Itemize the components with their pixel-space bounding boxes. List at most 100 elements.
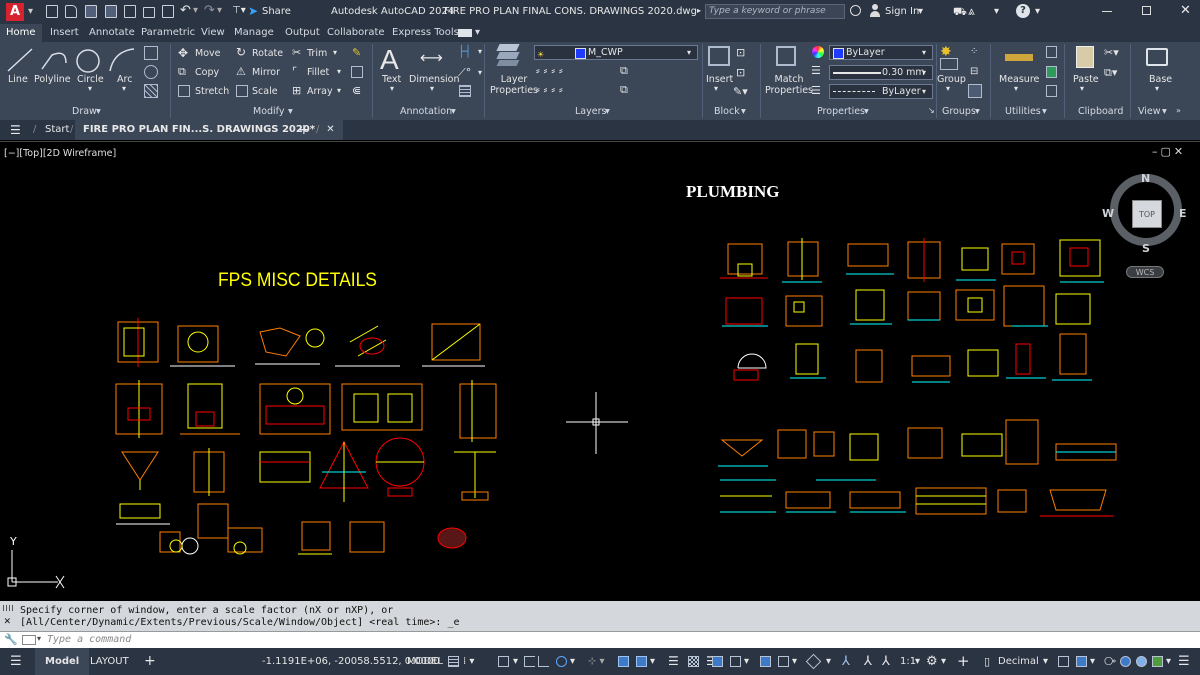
fillet-dropdown-icon[interactable]: ▾ xyxy=(337,67,341,76)
move-button[interactable]: Move xyxy=(195,48,220,59)
infer-constraints-icon[interactable] xyxy=(524,656,535,667)
properties-panel-dropdown-icon[interactable]: ▾ xyxy=(864,106,869,117)
erase-icon[interactable]: ✎ xyxy=(352,46,361,59)
base-dropdown-icon[interactable]: ▾ xyxy=(1155,84,1159,93)
trim-button[interactable]: Trim xyxy=(307,48,327,59)
copy-clip-icon[interactable]: ⧉▾ xyxy=(1104,66,1117,80)
search-icon[interactable] xyxy=(850,5,861,16)
open-from-web-icon[interactable] xyxy=(124,5,136,18)
tab-collaborate[interactable]: Collaborate xyxy=(327,24,385,42)
autodesk-account-icon[interactable]: ⩓ xyxy=(968,4,975,19)
tab-parametric[interactable]: Parametric xyxy=(141,24,195,42)
sign-in-dropdown-icon[interactable]: ▾ xyxy=(918,6,923,17)
account-dropdown-icon[interactable]: ▾ xyxy=(994,6,999,17)
leader-dropdown-icon[interactable]: ▾ xyxy=(478,68,482,77)
view-panel-dropdown-icon[interactable]: ▾ xyxy=(1162,106,1167,117)
viewport-controls-label[interactable]: [−][Top][2D Wireframe] xyxy=(4,148,116,159)
color-dropdown[interactable]: ByLayer ▾ xyxy=(829,45,933,60)
units-icon[interactable]: ▯ xyxy=(984,648,990,675)
utilities-panel-label[interactable]: Utilities xyxy=(1005,106,1041,117)
linetype-dropdown[interactable]: ByLayer ▾ xyxy=(829,84,933,99)
clipboard-panel-label[interactable]: Clipboard xyxy=(1078,106,1123,117)
tab-view[interactable]: View xyxy=(201,24,225,42)
autocad-logo[interactable]: A xyxy=(6,3,24,21)
tab-output[interactable]: Output xyxy=(285,24,320,42)
cut-icon[interactable]: ✂▾ xyxy=(1104,46,1119,59)
linear-dimension-dropdown-icon[interactable]: ▾ xyxy=(478,47,482,56)
dimension-button[interactable]: Dimension xyxy=(409,74,460,85)
clean-screen-icon[interactable] xyxy=(1136,656,1147,667)
circle-dropdown-icon[interactable]: ▾ xyxy=(88,84,92,93)
hardware-acceleration-icon[interactable] xyxy=(1120,656,1131,667)
block-panel-dropdown-icon[interactable]: ▾ xyxy=(741,106,746,117)
dimension-dropdown-icon[interactable]: ▾ xyxy=(430,84,434,93)
properties-panel-label[interactable]: Properties xyxy=(817,106,865,117)
rectangle-icon[interactable] xyxy=(144,46,158,60)
polar-dropdown-icon[interactable]: ▾ xyxy=(570,648,575,675)
object-snap-dropdown-icon[interactable]: ▾ xyxy=(650,648,655,675)
select-all-icon[interactable] xyxy=(1046,66,1057,78)
new-icon[interactable] xyxy=(46,5,58,18)
open-icon[interactable] xyxy=(65,5,77,18)
draw-panel-label[interactable]: Draw xyxy=(72,106,97,117)
groups-panel-dropdown-icon[interactable]: ▾ xyxy=(975,106,980,117)
block-panel-label[interactable]: Block xyxy=(714,106,740,117)
ribbon-overflow-icon[interactable]: » xyxy=(1176,106,1181,115)
drawing-viewport[interactable]: [−][Top][2D Wireframe] –▢✕ FPS MISC DETA… xyxy=(0,141,1200,602)
ribbon-minimize-icon[interactable] xyxy=(458,29,472,37)
edit-block-icon[interactable]: ⊡ xyxy=(736,66,745,79)
isolate-objects-icon[interactable]: ⧂ xyxy=(1104,648,1116,675)
modify-panel-label[interactable]: Modify xyxy=(253,106,284,117)
tab-express-tools[interactable]: Express Tools xyxy=(392,24,459,42)
search-expand-icon[interactable]: ▸ xyxy=(697,6,701,15)
lineweight-toggle-icon[interactable]: ☰ xyxy=(668,648,679,675)
ungroup-icon[interactable]: ⁘ xyxy=(970,46,978,57)
wcs-menu[interactable]: WCS xyxy=(1126,266,1164,278)
layers-panel-dropdown-icon[interactable]: ▾ xyxy=(605,106,610,117)
explode-icon[interactable] xyxy=(351,66,363,78)
lineweight-dropdown[interactable]: 0.30 mm ▾ xyxy=(829,65,933,80)
auto-scale-icon[interactable]: ⅄ xyxy=(864,648,872,675)
layout-tab[interactable]: LAYOUT xyxy=(90,648,129,675)
user-icon[interactable] xyxy=(870,4,880,18)
line-button[interactable]: Line xyxy=(8,74,28,85)
insert-dropdown-icon[interactable]: ▾ xyxy=(714,84,718,93)
leader-icon[interactable]: ⟋° xyxy=(458,66,471,80)
selection-filter-icon[interactable] xyxy=(760,656,771,667)
paste-dropdown-icon[interactable]: ▾ xyxy=(1080,84,1084,93)
annotation-visibility-dropdown-icon[interactable]: ▾ xyxy=(826,648,831,675)
status-menu-icon[interactable]: ☰ xyxy=(10,648,22,675)
start-tab[interactable]: Start xyxy=(45,120,69,140)
view-panel-label[interactable]: View xyxy=(1138,106,1161,117)
ortho-icon[interactable] xyxy=(538,656,549,667)
graphics-performance-icon[interactable] xyxy=(1152,656,1163,667)
undo-dropdown-icon[interactable]: ▾ xyxy=(193,5,198,16)
modify-panel-dropdown-icon[interactable]: ▾ xyxy=(288,106,293,117)
text-dropdown-icon[interactable]: ▾ xyxy=(390,84,394,93)
array-button[interactable]: Array xyxy=(307,86,333,97)
workspace-dropdown-icon[interactable]: ▾ xyxy=(941,648,946,675)
recent-commands-icon[interactable] xyxy=(22,635,36,645)
close-command-line-icon[interactable]: ✕ xyxy=(4,614,11,627)
undo-icon[interactable]: ↶ xyxy=(180,3,191,18)
ribbon-minimize-dropdown-icon[interactable]: ▾ xyxy=(475,24,480,42)
calculator-icon[interactable] xyxy=(1046,85,1057,97)
redo-dropdown-icon[interactable]: ▾ xyxy=(217,5,222,16)
paste-button[interactable]: Paste xyxy=(1073,74,1099,85)
polyline-button[interactable]: Polyline xyxy=(34,74,71,85)
app-menu-chevron-icon[interactable]: ▾ xyxy=(28,6,33,17)
cart-icon[interactable]: ⛟ xyxy=(953,5,967,20)
workspace-gear-icon[interactable]: ⚙ xyxy=(926,648,938,675)
mirror-button[interactable]: Mirror xyxy=(252,67,280,78)
quick-select-icon[interactable] xyxy=(1046,46,1057,58)
lock-ui-icon[interactable] xyxy=(1076,656,1087,667)
command-input[interactable]: Type a command xyxy=(47,634,131,645)
properties-dialog-launcher-icon[interactable]: ↘ xyxy=(928,106,935,115)
recent-commands-dropdown-icon[interactable]: ▾ xyxy=(37,634,41,643)
redo-icon[interactable]: ↷ xyxy=(204,3,215,18)
customize-wrench-icon[interactable]: 🔧 xyxy=(4,633,18,646)
scale-button[interactable]: Scale xyxy=(252,86,278,97)
new-layout-icon[interactable]: + xyxy=(144,648,156,675)
minimize-icon[interactable] xyxy=(1102,11,1112,12)
offset-icon[interactable]: ⋐ xyxy=(352,84,361,97)
